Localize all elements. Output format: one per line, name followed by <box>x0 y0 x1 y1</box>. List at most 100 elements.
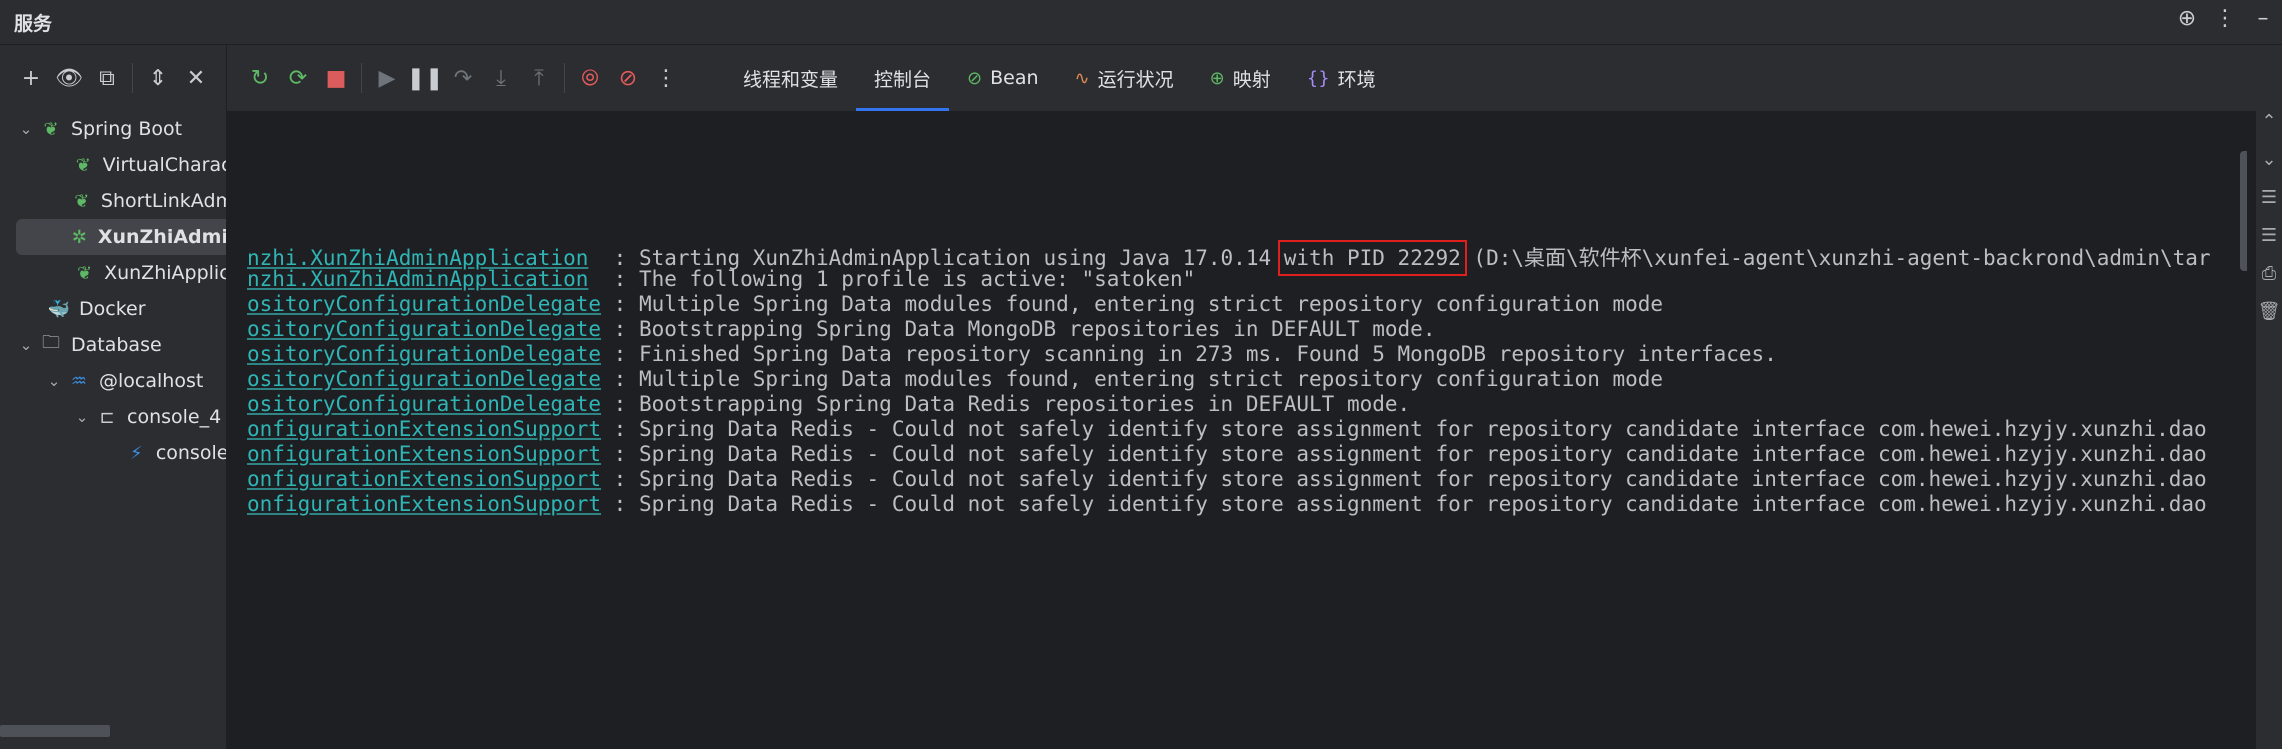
logger-link[interactable]: nzhi.XunZhiAdminApplication <box>247 267 588 291</box>
logger-class: onfigurationExtensionSupport <box>247 442 602 466</box>
eye-icon[interactable]: 👁 <box>50 59 88 97</box>
collapse-icon[interactable]: ✕ <box>177 59 215 97</box>
tab-threads-variables[interactable]: 线程和变量 <box>725 45 856 111</box>
logger-link[interactable]: ositoryConfigurationDelegate <box>247 292 601 316</box>
scroll-up-icon[interactable]: ⌃ <box>2256 111 2282 149</box>
logger-class: ositoryConfigurationDelegate <box>247 392 602 416</box>
log-message: : Multiple Spring Data modules found, en… <box>613 367 1664 391</box>
stop-icon[interactable]: ■ <box>317 59 355 97</box>
logger-link[interactable]: ositoryConfigurationDelegate <box>247 317 601 341</box>
window-title: 服务 <box>14 13 53 35</box>
rerun-icon[interactable]: ↻ <box>241 59 279 97</box>
logger-padding <box>601 292 614 316</box>
toolbar-separator <box>361 63 362 93</box>
log-message: : Spring Data Redis - Could not safely i… <box>613 442 2207 466</box>
tab-bean[interactable]: ⊘ Bean <box>949 45 1057 111</box>
resume-icon[interactable]: ▶ <box>368 59 406 97</box>
logger-padding <box>601 492 614 516</box>
title-bar: 服务 ⊕ ⋮ – <box>0 0 2282 45</box>
more-icon[interactable]: ⋮ <box>2206 6 2244 31</box>
logger-padding <box>601 467 614 491</box>
logger-class: ositoryConfigurationDelegate <box>247 292 602 316</box>
console-vertical-scrollbar[interactable] <box>2240 151 2247 271</box>
scroll-end-icon[interactable]: ☰ <box>2256 225 2282 263</box>
logger-class: onfigurationExtensionSupport <box>247 467 602 491</box>
console-line: onfigurationExtensionSupport : Spring Da… <box>247 492 2207 524</box>
chevron-down-icon[interactable]: ⌄ <box>43 372 65 390</box>
step-over-icon[interactable]: ↷ <box>444 59 482 97</box>
logger-link[interactable]: onfigurationExtensionSupport <box>247 467 601 491</box>
logger-link[interactable]: onfigurationExtensionSupport <box>247 492 601 516</box>
toolbar-separator <box>132 63 133 93</box>
log-message: : Bootstrapping Spring Data MongoDB repo… <box>613 317 1436 341</box>
tree-item-database[interactable]: ⌄ 🗀 Database <box>0 327 226 363</box>
log-message: : Multiple Spring Data modules found, en… <box>613 292 1664 316</box>
mapping-icon: ⊕ <box>1209 67 1225 89</box>
spring-boot-icon: ❦ <box>43 118 59 140</box>
debug-tabs: 线程和变量 控制台 ⊘ Bean ∿ 运行状况 ⊕ 映射 {} 环境 <box>725 45 1394 111</box>
expand-icon[interactable]: ⇕ <box>139 59 177 97</box>
tree-item-spring-boot[interactable]: ⌄ ❦ Spring Boot <box>0 111 226 147</box>
console-side-actions: ⌃ ⌄ ☰ ☰ ⎙ 🗑 <box>2256 111 2282 749</box>
logger-class: ositoryConfigurationDelegate <box>247 367 602 391</box>
soft-wrap-icon[interactable]: ☰ <box>2256 187 2282 225</box>
logger-link[interactable]: ositoryConfigurationDelegate <box>247 367 601 391</box>
logger-link[interactable]: onfigurationExtensionSupport <box>247 442 601 466</box>
chevron-down-icon[interactable]: ⌄ <box>15 336 37 354</box>
logger-class: onfigurationExtensionSupport <box>247 417 602 441</box>
breakpoints-icon[interactable]: ⦾ <box>571 59 609 97</box>
logger-class: onfigurationExtensionSupport <box>247 492 602 516</box>
tree-item-shortlinkadm[interactable]: ❦ ShortLinkAdm <box>0 183 226 219</box>
tree-item-virtualcharac[interactable]: ❦ VirtualCharac <box>0 147 226 183</box>
health-icon: ∿ <box>1074 67 1090 89</box>
scroll-down-icon[interactable]: ⌄ <box>2256 149 2282 187</box>
step-out-icon[interactable]: ⤒ <box>520 59 558 97</box>
tab-mappings[interactable]: ⊕ 映射 <box>1192 45 1289 111</box>
log-message: : Spring Data Redis - Could not safely i… <box>613 492 2207 516</box>
log-message: : Finished Spring Data repository scanni… <box>613 342 1777 366</box>
logger-link[interactable]: ositoryConfigurationDelegate <box>247 392 601 416</box>
spring-app-debug-icon: ✲ <box>71 226 87 248</box>
tab-health[interactable]: ∿ 运行状况 <box>1057 45 1192 111</box>
logger-class: ositoryConfigurationDelegate <box>247 342 602 366</box>
tree-item-xunzhiadmin[interactable]: ✲ XunZhiAdmin <box>16 219 226 255</box>
docker-icon: 🐳 <box>47 298 71 320</box>
console-output[interactable]: nzhi.XunZhiAdminApplication : Starting X… <box>227 111 2247 749</box>
title-actions: ⊕ ⋮ – <box>2168 6 2282 31</box>
step-into-icon[interactable]: ⤓ <box>482 59 520 97</box>
pause-icon[interactable]: ❚❚ <box>406 59 444 97</box>
tree-item-console-4[interactable]: ⌄ ⊏ console_4 <box>0 399 226 435</box>
mute-breakpoints-icon[interactable]: ⊘ <box>609 59 647 97</box>
chevron-down-icon[interactable]: ⌄ <box>71 408 93 426</box>
services-toolbar: + 👁 ⧉ ⇕ ✕ <box>0 45 226 111</box>
more-icon[interactable]: ⋮ <box>647 59 685 97</box>
logger-link[interactable]: onfigurationExtensionSupport <box>247 417 601 441</box>
logger-package: nzhi. <box>247 267 311 291</box>
run-toolbar: ↻ ⟳ ■ ▶ ❚❚ ↷ ⤓ ⤒ ⦾ ⊘ ⋮ 线程和变量 控制台 ⊘ Bean … <box>227 45 2282 111</box>
tab-environment[interactable]: {} 环境 <box>1289 45 1394 111</box>
tab-console[interactable]: 控制台 <box>856 45 950 111</box>
add-icon[interactable]: + <box>12 59 50 97</box>
tree-horizontal-scrollbar[interactable] <box>0 725 110 737</box>
log-message: : Spring Data Redis - Could not safely i… <box>613 417 2207 441</box>
logger-padding <box>601 317 614 341</box>
mysql-icon: ♒ <box>70 370 88 392</box>
new-tab-icon[interactable]: ⧉ <box>88 59 126 97</box>
spring-app-icon: ❦ <box>74 190 90 212</box>
trash-icon[interactable]: 🗑 <box>2256 301 2282 339</box>
sql-console-icon: ⚡ <box>129 442 143 464</box>
rerun-debug-icon[interactable]: ⟳ <box>279 59 317 97</box>
print-icon[interactable]: ⎙ <box>2256 263 2282 301</box>
logger-class: ositoryConfigurationDelegate <box>247 317 602 341</box>
console-icon: ⊏ <box>99 406 115 428</box>
logger-link[interactable]: ositoryConfigurationDelegate <box>247 342 601 366</box>
tree-item-xunzhiapplic[interactable]: ❦ XunZhiApplic <box>0 255 226 291</box>
target-icon[interactable]: ⊕ <box>2168 6 2206 31</box>
chevron-down-icon[interactable]: ⌄ <box>15 120 37 138</box>
tree-item-console[interactable]: ⚡ console <box>0 435 226 471</box>
tree-item-localhost[interactable]: ⌄ ♒ @localhost <box>0 363 226 399</box>
minimize-icon[interactable]: – <box>2244 6 2282 31</box>
logger-padding <box>601 392 614 416</box>
tree-item-docker[interactable]: 🐳 Docker <box>0 291 226 327</box>
logger-padding <box>601 442 614 466</box>
